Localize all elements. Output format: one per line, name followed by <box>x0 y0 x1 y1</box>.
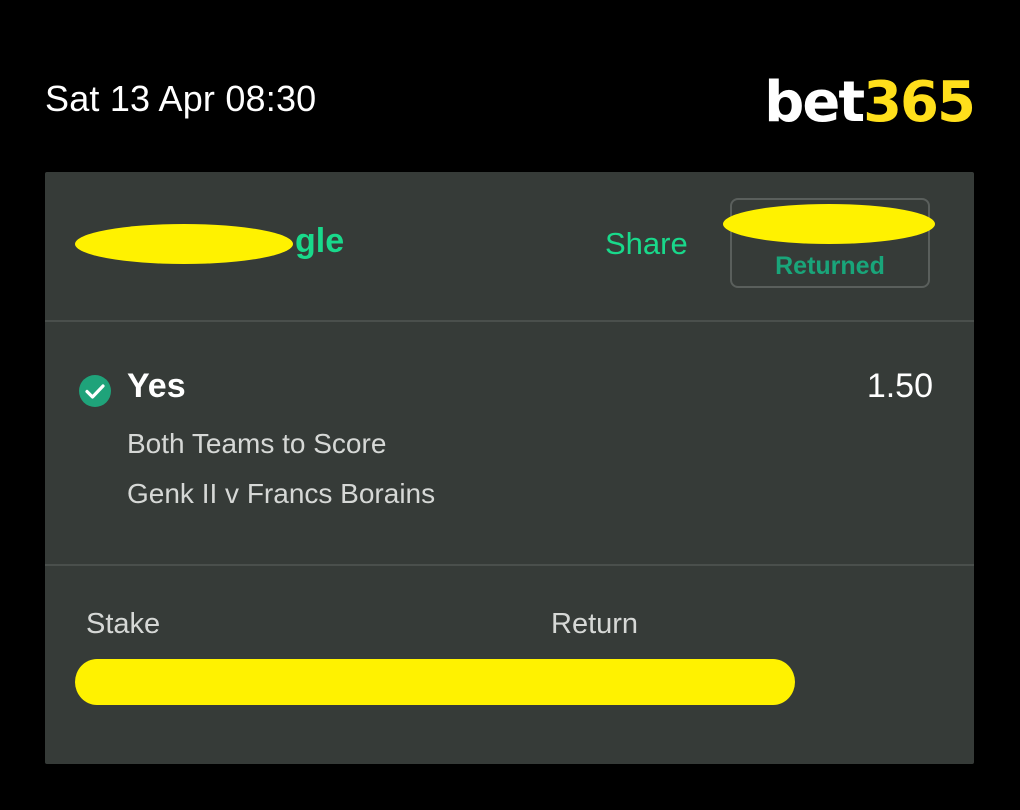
selection-name: Yes <box>127 367 186 405</box>
redaction-bet-type <box>75 224 293 264</box>
return-label: Return <box>551 608 639 640</box>
market-name: Both Teams to Score <box>127 428 387 459</box>
bet-type-label: gle <box>295 222 345 260</box>
status-returned: Returned <box>775 252 885 280</box>
bet-receipt-screen: Sat 13 Apr 08:30 bet365 gle Share Return… <box>0 0 1020 810</box>
fixture-name: Genk II v Francs Borains <box>127 478 436 509</box>
bet-card: gle Share Returned Yes 1.50 Both Teams t… <box>45 172 974 764</box>
redaction-stake-return <box>75 659 795 705</box>
share-button[interactable]: Share <box>605 226 688 262</box>
logo-text-bet: bet <box>764 70 865 135</box>
selection-odds: 1.50 <box>866 367 933 405</box>
selection-row: Yes 1.50 Both Teams to Score Genk II v F… <box>45 322 974 566</box>
bet-card-header: gle Share Returned <box>45 172 974 322</box>
bet365-logo: bet365 <box>764 68 976 138</box>
redaction-status <box>723 204 935 244</box>
stake-label: Stake <box>86 608 161 640</box>
bet-datetime: Sat 13 Apr 08:30 <box>45 78 317 119</box>
logo-text-365: 365 <box>863 70 976 135</box>
check-circle-icon <box>79 375 111 407</box>
